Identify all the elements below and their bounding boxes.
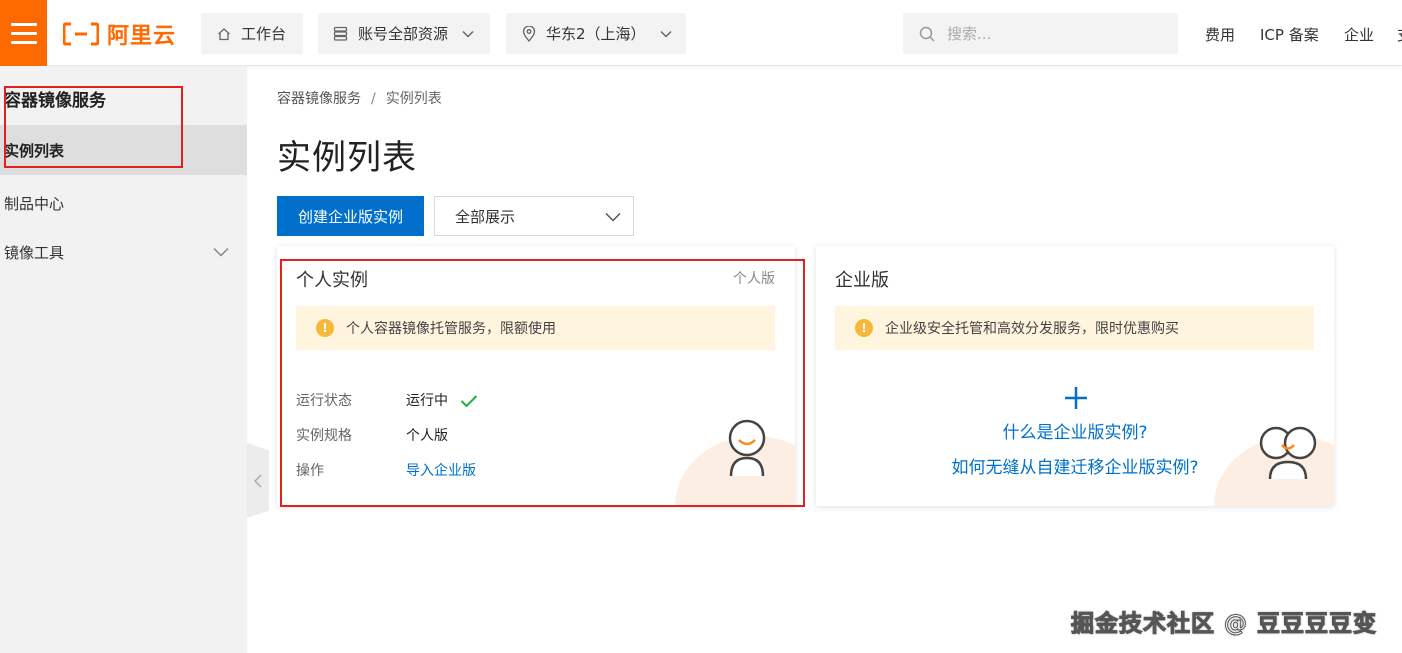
location-pin-icon — [522, 25, 536, 42]
warning-icon: ! — [855, 319, 873, 337]
page-title: 实例列表 — [277, 138, 417, 178]
status-value-text: 运行中 — [406, 393, 448, 409]
search-input[interactable]: 搜索... — [903, 13, 1178, 54]
breadcrumb-separator: / — [371, 91, 376, 107]
notice-banner: ! 个人容器镜像托管服务，限额使用 — [296, 306, 775, 350]
migrate-enterprise-link[interactable]: 如何无缝从自建迁移企业版实例? — [951, 458, 1198, 478]
search-placeholder: 搜索... — [947, 25, 992, 43]
icp-filing-link[interactable]: ICP 备案 — [1260, 24, 1319, 45]
breadcrumb: 容器镜像服务 / 实例列表 — [277, 88, 442, 108]
sidebar: 容器镜像服务 实例列表 制品中心 镜像工具 — [0, 66, 247, 653]
create-enterprise-instance-button[interactable]: 创建企业版实例 — [277, 196, 424, 236]
warning-icon: ! — [316, 319, 334, 337]
region-label: 华东2（上海） — [546, 25, 646, 43]
chevron-down-icon — [660, 30, 672, 38]
filter-select[interactable]: 全部展示 — [434, 196, 634, 236]
card-title: 企业版 — [835, 270, 889, 291]
personal-instance-card[interactable]: 个人实例 个人版 ! 个人容器镜像托管服务，限额使用 运行状态 运行中 实例规格… — [277, 246, 795, 506]
workbench-button[interactable]: 工作台 — [201, 13, 303, 54]
edition-badge: 个人版 — [733, 271, 775, 287]
notice-text: 企业级安全托管和高效分发服务，限时优惠购买 — [885, 321, 1179, 337]
status-value: 运行中 — [406, 390, 478, 410]
billing-link[interactable]: 费用 — [1205, 24, 1235, 45]
region-dropdown[interactable]: 华东2（上海） — [506, 13, 686, 54]
spec-value: 个人版 — [406, 428, 448, 444]
database-icon — [333, 26, 348, 41]
enterprise-link[interactable]: 企业 — [1344, 24, 1374, 45]
spec-label: 实例规格 — [296, 428, 352, 444]
sidebar-item-artifact-center[interactable]: 制品中心 — [0, 178, 247, 228]
sidebar-item-label: 实例列表 — [4, 141, 65, 160]
resources-label: 账号全部资源 — [358, 25, 449, 43]
top-navigation-bar: 阿里云 工作台 账号全部资源 华东2（上海） 搜索... 费用 ICP 备案 企… — [0, 0, 1402, 66]
status-label: 运行状态 — [296, 393, 352, 409]
chevron-down-icon — [213, 243, 229, 261]
hamburger-menu-button[interactable] — [0, 0, 47, 66]
filter-select-value: 全部展示 — [455, 207, 516, 226]
import-enterprise-link[interactable]: 导入企业版 — [406, 460, 476, 480]
sidebar-item-label: 镜像工具 — [4, 243, 65, 262]
watermark-text: 掘金技术社区 @ 豆豆豆豆变 — [1070, 611, 1378, 638]
enterprise-instance-card[interactable]: 企业版 ! 企业级安全托管和高效分发服务，限时优惠购买 什么是企业版实例? 如何… — [816, 246, 1334, 506]
logo-text: 阿里云 — [107, 24, 177, 49]
card-title: 个人实例 — [296, 270, 368, 291]
what-is-enterprise-link[interactable]: 什么是企业版实例? — [1002, 423, 1147, 443]
sidebar-collapse-handle[interactable] — [247, 443, 269, 518]
resources-dropdown[interactable]: 账号全部资源 — [318, 13, 490, 54]
aliyun-logo-icon — [63, 22, 99, 46]
home-icon — [217, 27, 231, 41]
chevron-left-icon — [254, 473, 262, 488]
checkmark-icon — [460, 394, 478, 408]
users-group-icon — [1259, 426, 1317, 480]
sidebar-item-image-tools[interactable]: 镜像工具 — [0, 227, 247, 277]
chevron-down-icon — [462, 30, 474, 38]
support-link[interactable]: 支 — [1397, 24, 1402, 45]
workbench-label: 工作台 — [241, 25, 287, 43]
breadcrumb-root[interactable]: 容器镜像服务 — [277, 91, 361, 107]
notice-banner: ! 企业级安全托管和高效分发服务，限时优惠购买 — [835, 306, 1314, 350]
sidebar-item-instance-list[interactable]: 实例列表 — [0, 125, 247, 175]
breadcrumb-current: 实例列表 — [385, 91, 442, 107]
action-label: 操作 — [296, 463, 324, 479]
user-avatar-icon — [728, 419, 766, 477]
sidebar-title: 容器镜像服务 — [4, 91, 106, 111]
notice-text: 个人容器镜像托管服务，限额使用 — [346, 321, 556, 337]
sidebar-item-label: 制品中心 — [4, 194, 65, 213]
plus-icon[interactable] — [1064, 386, 1088, 410]
search-icon — [919, 26, 935, 42]
aliyun-logo[interactable]: 阿里云 — [63, 19, 176, 49]
chevron-down-icon — [605, 208, 621, 226]
